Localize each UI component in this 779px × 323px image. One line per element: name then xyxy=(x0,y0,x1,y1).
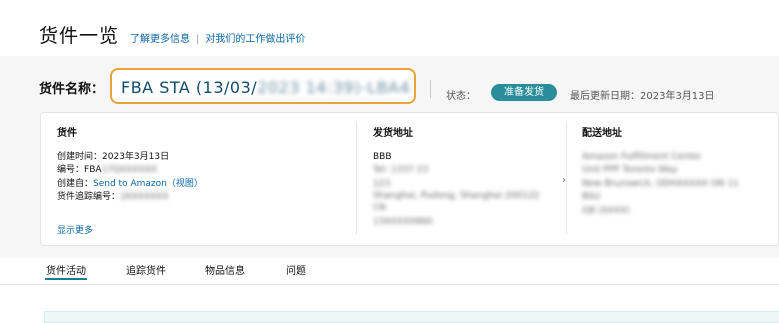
shipment-column-title: 货件 xyxy=(57,128,77,139)
page-title: 货件一览 xyxy=(39,25,120,47)
created-value: 2023年3月13日 xyxy=(102,151,170,162)
shipment-name-redacted: 2023 14:39)-LBA4 xyxy=(257,78,411,97)
ship-from-column: 发货地址 BBB Tel: 1337 23 123 Shanghai, Pudo… xyxy=(373,127,553,229)
active-tab-indicator xyxy=(45,278,87,280)
ship-to-line: BSU xyxy=(582,192,601,202)
status-label: 状态： xyxy=(446,91,476,102)
ship-from-line: 123 xyxy=(373,178,391,189)
tab-shipment-activity[interactable]: 货件活动 xyxy=(46,262,86,277)
shipment-name-value: FBA STA (13/03/2023 14:39)-LBA4 xyxy=(121,78,410,97)
tab-item-info[interactable]: 物品信息 xyxy=(205,262,245,277)
column-divider xyxy=(356,122,357,234)
feedback-link[interactable]: 对我们的工作做出评价 xyxy=(205,34,305,45)
tab-track-shipment[interactable]: 追踪货件 xyxy=(126,262,166,277)
ship-from-title: 发货地址 xyxy=(373,128,413,139)
status-badge: 准备发货 xyxy=(491,84,557,101)
link-separator: | xyxy=(196,34,200,45)
ship-to-line: Unit PPP Toronto Way xyxy=(582,165,678,175)
number-redacted: 17QXXXXXX xyxy=(101,165,158,175)
header-links: 了解更多信息 | 对我们的工作做出评价 xyxy=(130,30,305,45)
shipment-column: 货件 创建时间：2023年3月13日 编号：FBA17QXXXXXX 创建自：S… xyxy=(57,127,203,205)
tracking-label: 货件追踪编号： xyxy=(57,192,121,202)
number-value: FBA xyxy=(84,165,102,175)
ship-to-column: 配送地址 Amazon Fulfillment Center Unit PPP … xyxy=(582,127,739,218)
created-by-label: 创建自： xyxy=(57,178,94,189)
ship-to-line: New Brunswick, ODHXXXXX ON 11 xyxy=(582,178,739,189)
ship-from-line: Tel: 1337 23 xyxy=(373,165,429,175)
send-to-amazon-link[interactable]: Send to Amazon（视图） xyxy=(93,179,203,189)
tracking-redacted: 1KXXXXXX xyxy=(120,192,169,202)
shipment-name-label: 货件名称： xyxy=(39,81,105,97)
ship-to-title: 配送地址 xyxy=(582,128,622,139)
learn-more-link[interactable]: 了解更多信息 xyxy=(130,34,190,45)
ship-from-name: BBB xyxy=(373,151,392,162)
ship-from-line: Shanghai, Pudong, Shanghai 200122 xyxy=(373,191,540,201)
created-label: 创建时间： xyxy=(57,151,103,162)
shipment-name-row: 货件名称： xyxy=(39,76,104,98)
number-label: 编号： xyxy=(57,165,85,175)
divider xyxy=(430,80,431,98)
activity-panel xyxy=(44,311,779,323)
ship-to-line: Amazon Fulfillment Center xyxy=(582,151,702,162)
tab-issues[interactable]: 问题 xyxy=(286,262,306,277)
last-updated: 最后更新日期：2023年3月13日 xyxy=(570,91,715,102)
show-more-link[interactable]: 显示更多 xyxy=(57,223,93,236)
ship-from-line: 13XXXXX860 xyxy=(373,216,433,227)
tab-bar xyxy=(0,258,779,285)
shipment-name-prefix: FBA STA (13/03/ xyxy=(121,78,258,97)
ship-to-line: GB (XXXX) xyxy=(582,205,630,216)
ship-from-line: CN xyxy=(373,203,387,213)
column-divider xyxy=(566,122,567,234)
